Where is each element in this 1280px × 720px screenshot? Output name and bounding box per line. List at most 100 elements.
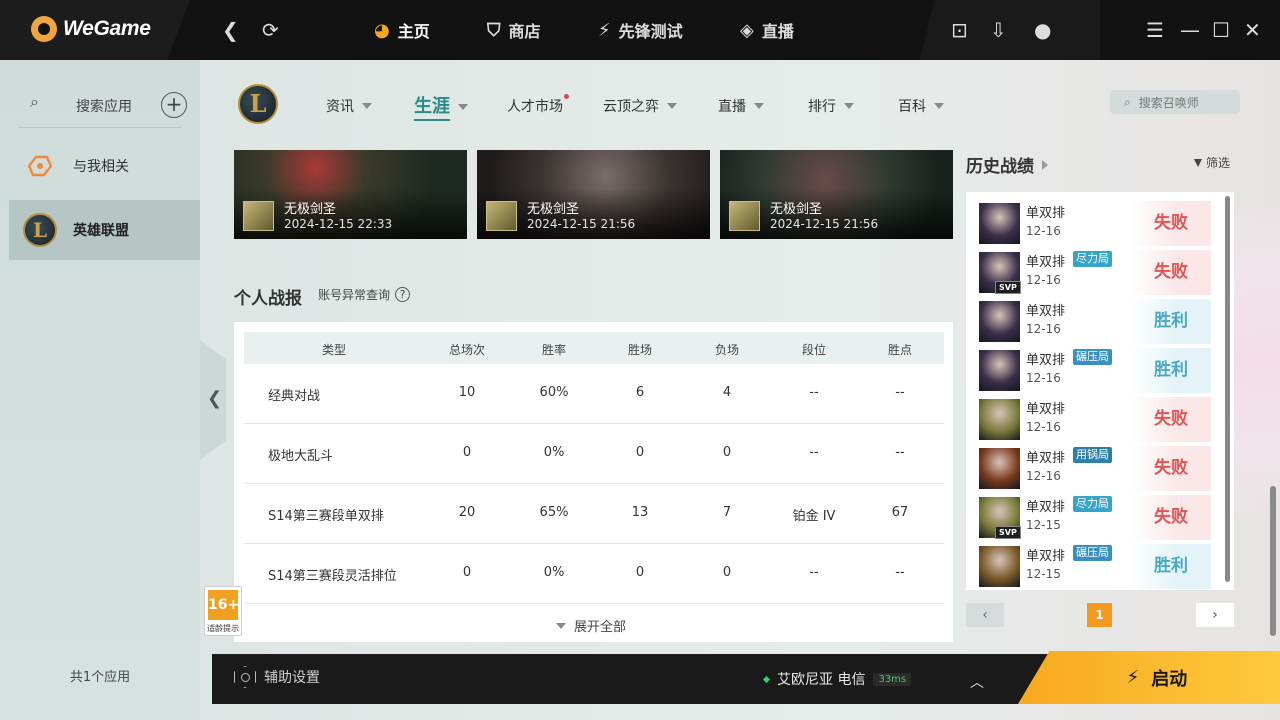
- assist-settings-button[interactable]: 辅助设置: [234, 666, 320, 688]
- match-history-item[interactable]: 单双排 12-16 失败: [979, 397, 1211, 442]
- match-history-title[interactable]: 历史战绩: [966, 152, 1048, 177]
- maximize-icon[interactable]: ☐: [1212, 18, 1230, 42]
- nav-live[interactable]: ◈ 直播: [740, 18, 794, 42]
- server-selector[interactable]: 艾欧尼亚 电信 33ms: [762, 669, 912, 689]
- column-header: 胜点: [887, 343, 912, 357]
- expand-all-button[interactable]: 展开全部: [556, 616, 626, 635]
- tab-career[interactable]: 生涯: [414, 92, 468, 121]
- refresh-icon[interactable]: ⟳: [262, 18, 279, 42]
- match-result: 胜利: [1131, 348, 1211, 393]
- table-cell: 65%: [539, 505, 569, 520]
- tab-label: 云顶之弈: [603, 99, 659, 115]
- page-number[interactable]: 1: [1087, 603, 1112, 627]
- column-header: 段位: [801, 343, 826, 357]
- server-name: 艾欧尼亚 电信: [777, 672, 866, 688]
- user-avatar-icon[interactable]: ●: [1034, 18, 1051, 42]
- nav-home[interactable]: ◕ 主页: [374, 18, 430, 42]
- expand-all-label: 展开全部: [574, 620, 627, 635]
- table-cell: 4: [722, 385, 732, 400]
- help-icon[interactable]: ?: [395, 287, 411, 302]
- table-cell: 0: [462, 445, 472, 460]
- table-cell: 0%: [543, 445, 565, 460]
- highlight-card[interactable]: 无极剑圣 2024-12-15 22:33: [234, 150, 467, 239]
- nav-live-label: 直播: [761, 22, 794, 41]
- add-app-icon[interactable]: +: [161, 92, 187, 118]
- highlight-card[interactable]: 无极剑圣 2024-12-15 21:56: [477, 150, 710, 239]
- match-history-item[interactable]: SVP 单双排 尽力局 12-15 失败: [979, 495, 1211, 540]
- match-history-item[interactable]: 单双排 碾压局 12-16 胜利: [979, 348, 1211, 393]
- sidebar-item-related[interactable]: 与我相关: [9, 136, 200, 196]
- minimize-icon[interactable]: —: [1180, 18, 1200, 42]
- lol-logo[interactable]: L: [238, 84, 278, 124]
- champion-avatar: [979, 350, 1020, 391]
- match-result: 失败: [1131, 201, 1211, 246]
- match-time: 2024-12-15 21:56: [527, 217, 636, 231]
- chevron-up-icon[interactable]: ︿: [970, 672, 984, 692]
- match-mode: 单双排: [1026, 402, 1066, 417]
- match-date: 12-15: [1026, 518, 1061, 532]
- match-result: 胜利: [1131, 544, 1211, 589]
- table-cell: --: [895, 445, 905, 460]
- tab-talent-market[interactable]: 人才市场: [507, 94, 569, 116]
- match-history-label: 历史战绩: [966, 157, 1034, 177]
- download-icon[interactable]: ⇩: [990, 18, 1007, 42]
- server-status-icon: [762, 675, 771, 683]
- match-date: 12-15: [1026, 567, 1061, 581]
- history-scrollbar[interactable]: [1225, 196, 1230, 582]
- highlight-card[interactable]: 无极剑圣 2024-12-15 21:56: [720, 150, 953, 239]
- tab-tft[interactable]: 云顶之弈: [603, 96, 677, 116]
- prev-page-button[interactable]: ‹: [966, 603, 1004, 627]
- champion-thumb: [729, 201, 760, 231]
- message-box-icon[interactable]: ⊡: [951, 18, 968, 42]
- table-cell: --: [895, 385, 905, 400]
- collapse-sidebar-button[interactable]: ❮: [200, 340, 226, 460]
- page-scrollbar[interactable]: [1270, 486, 1276, 636]
- champion-avatar: [979, 546, 1020, 587]
- menu-icon[interactable]: ☰: [1146, 18, 1164, 42]
- match-history-item[interactable]: 单双排 12-16 胜利: [979, 299, 1211, 344]
- app-search[interactable]: ⌕ 搜索应用 +: [18, 82, 187, 128]
- toolbar-area: [920, 0, 1100, 60]
- league-of-legends-icon: L: [23, 213, 57, 247]
- match-result: 失败: [1131, 446, 1211, 491]
- table-cell: 10: [458, 385, 476, 400]
- back-icon[interactable]: ❮: [222, 18, 239, 42]
- summoner-search-input[interactable]: ⌕ 搜索召唤师: [1110, 90, 1240, 114]
- tab-ranking[interactable]: 排行: [808, 96, 854, 116]
- match-history-item[interactable]: 单双排 碾压局 12-15 胜利: [979, 544, 1211, 589]
- sidebar-item-lol[interactable]: L 英雄联盟: [9, 200, 200, 260]
- table-cell: --: [809, 385, 819, 400]
- tab-news[interactable]: 资讯: [326, 96, 372, 116]
- tab-label: 百科: [898, 99, 926, 115]
- table-cell: 13: [631, 505, 649, 520]
- match-history-item[interactable]: SVP 单双排 尽力局 12-16 失败: [979, 250, 1211, 295]
- chevron-down-icon: [934, 103, 944, 109]
- chevron-down-icon: [556, 622, 566, 629]
- launch-button[interactable]: ⚡ 启动: [1018, 651, 1280, 704]
- search-icon: ⌕: [1124, 94, 1131, 109]
- nav-vanguard-test[interactable]: ⚡ 先锋测试: [598, 18, 683, 42]
- match-history-item[interactable]: 单双排 用锅局 12-16 失败: [979, 446, 1211, 491]
- stats-table-header: 类型 总场次 胜率 胜场 负场 段位 胜点: [244, 332, 944, 364]
- table-cell: --: [809, 445, 819, 460]
- table-row: 极地大乱斗 0 0% 0 0 -- --: [244, 424, 944, 484]
- nav-store-label: 商店: [508, 22, 541, 41]
- filter-button[interactable]: 筛选: [1194, 154, 1230, 171]
- age-rating-tip: 适龄提示: [207, 624, 239, 633]
- wegame-logo[interactable]: WeGame: [31, 16, 151, 42]
- stats-table: 类型 总场次 胜率 胜场 负场 段位 胜点 经典对战 10 60% 6 4 --…: [234, 322, 953, 642]
- tab-wiki[interactable]: 百科: [898, 96, 944, 116]
- column-header: 类型: [321, 343, 346, 357]
- table-row: 经典对战 10 60% 6 4 -- --: [244, 364, 944, 424]
- table-cell: 0: [635, 445, 645, 460]
- tab-live[interactable]: 直播: [718, 96, 764, 116]
- nav-store[interactable]: ⛉ 商店: [487, 18, 541, 42]
- match-history-item[interactable]: 单双排 12-16 失败: [979, 201, 1211, 246]
- match-result: 失败: [1131, 397, 1211, 442]
- close-icon[interactable]: ✕: [1244, 18, 1261, 42]
- age-rating-badge[interactable]: 16+ 适龄提示: [204, 586, 242, 636]
- chevron-down-icon: [667, 103, 677, 109]
- account-anomaly-link[interactable]: 账号异常查询 ?: [318, 286, 411, 303]
- match-result: 胜利: [1131, 299, 1211, 344]
- next-page-button[interactable]: ›: [1196, 603, 1234, 627]
